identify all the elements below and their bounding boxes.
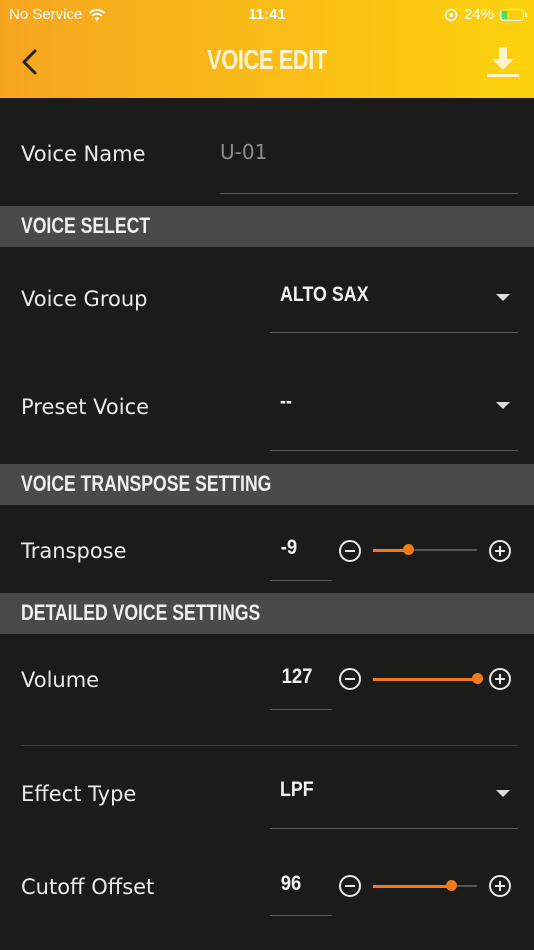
transpose-label: Transpose <box>21 539 127 563</box>
preset-voice-label: Preset Voice <box>21 395 150 419</box>
cutoff-offset-slider[interactable] <box>373 880 477 891</box>
page-title: VOICE EDIT <box>207 44 327 75</box>
transpose-value[interactable]: -9 <box>262 536 317 560</box>
battery-icon <box>500 8 527 21</box>
plus-icon[interactable] <box>488 667 512 691</box>
effect-type-value: LPF <box>280 778 314 801</box>
effect-type-label: Effect Type <box>21 782 137 806</box>
effect-type-select[interactable]: LPF <box>270 765 518 828</box>
status-right: 24% <box>444 6 527 23</box>
voice-name-underline <box>220 193 518 194</box>
orientation-lock-icon <box>444 8 458 21</box>
plus-icon[interactable] <box>488 539 512 563</box>
download-icon[interactable] <box>484 44 522 82</box>
voice-name-label: Voice Name <box>21 142 146 166</box>
plus-icon[interactable] <box>488 874 512 898</box>
section-title: VOICE TRANSPOSE SETTING <box>21 471 272 496</box>
header-bar: No Service 11:41 24% VOICE EDIT <box>0 0 534 98</box>
effect-type-underline <box>270 828 518 829</box>
transpose-underline <box>270 580 332 581</box>
volume-label: Volume <box>21 668 100 692</box>
voice-name-value: U-01 <box>220 140 268 164</box>
section-transpose-setting: VOICE TRANSPOSE SETTING <box>0 464 534 505</box>
voice-group-value: ALTO SAX <box>280 283 369 306</box>
battery-percent: 24% <box>463 6 494 23</box>
preset-voice-value: -- <box>280 390 292 413</box>
cutoff-offset-label: Cutoff Offset <box>21 875 155 899</box>
volume-value[interactable]: 127 <box>270 665 325 689</box>
back-icon[interactable] <box>18 48 42 76</box>
minus-icon[interactable] <box>338 539 362 563</box>
transpose-slider[interactable] <box>373 544 477 555</box>
section-title: VOICE SELECT <box>21 213 151 238</box>
slider-thumb[interactable] <box>446 880 457 891</box>
cutoff-offset-value[interactable]: 96 <box>264 872 319 896</box>
voice-group-label: Voice Group <box>21 287 148 311</box>
voice-group-select[interactable]: ALTO SAX <box>270 270 518 332</box>
chevron-down-icon <box>496 294 510 301</box>
chevron-down-icon <box>496 402 510 409</box>
slider-thumb[interactable] <box>472 673 483 684</box>
chevron-down-icon <box>496 790 510 797</box>
slider-thumb[interactable] <box>403 544 415 555</box>
minus-icon[interactable] <box>338 667 362 691</box>
volume-underline <box>270 709 332 710</box>
minus-icon[interactable] <box>338 874 362 898</box>
preset-voice-select[interactable]: -- <box>270 380 518 450</box>
preset-voice-underline <box>270 450 518 451</box>
cutoff-offset-underline <box>270 915 332 916</box>
volume-slider[interactable] <box>373 673 483 684</box>
section-voice-select: VOICE SELECT <box>0 206 534 247</box>
voice-group-underline <box>270 332 518 333</box>
section-title: DETAILED VOICE SETTINGS <box>21 600 261 625</box>
voice-name-input[interactable]: U-01 <box>220 140 518 192</box>
section-detailed-voice-settings: DETAILED VOICE SETTINGS <box>0 593 534 634</box>
divider <box>21 745 518 746</box>
